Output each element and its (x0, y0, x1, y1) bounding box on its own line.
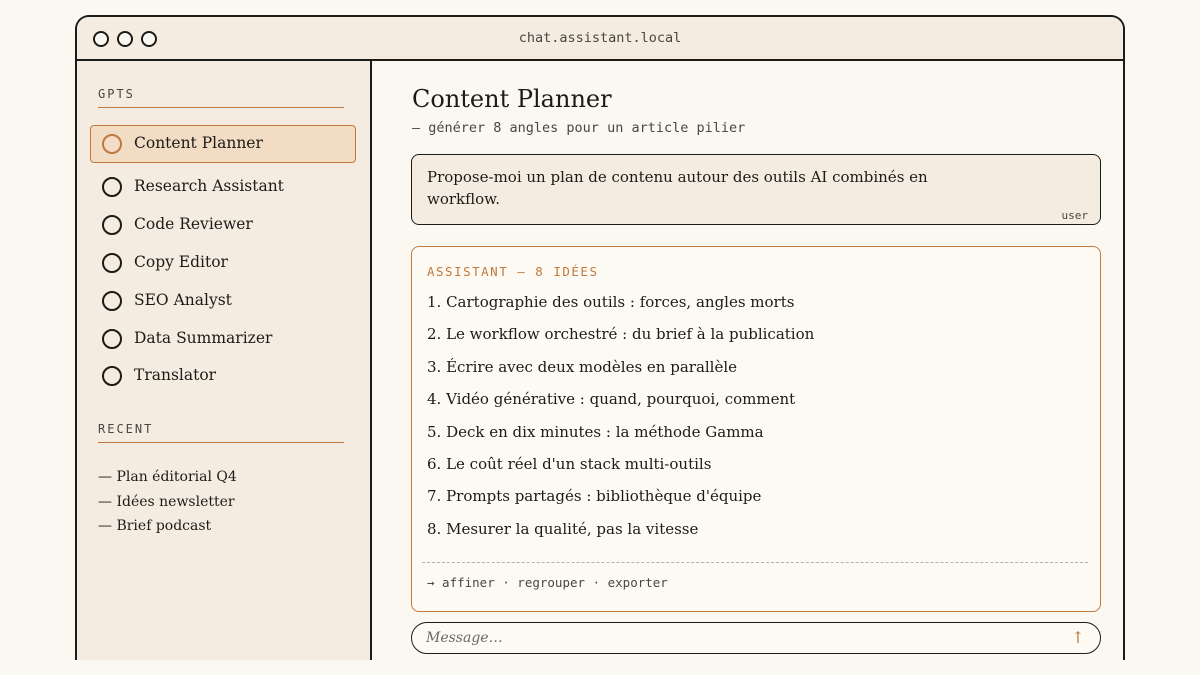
idea-item: 4. Vidéo générative : quand, pourquoi, c… (427, 390, 796, 408)
title-bar: chat.assistant.local (77, 17, 1123, 61)
gpt-item-label: Content Planner (134, 134, 263, 152)
chat-panel: Content Planner — générer 8 angles pour … (374, 61, 1123, 660)
idea-item: 1. Cartographie des outils : forces, ang… (427, 293, 795, 311)
gpts-heading: GPTS (98, 87, 344, 108)
gpt-circle-icon (102, 253, 122, 273)
page-title: Content Planner (412, 85, 612, 113)
gpt-item-copy-editor[interactable]: Copy Editor (90, 244, 356, 282)
gpt-item-translator[interactable]: Translator (90, 357, 356, 395)
dashed-divider (422, 562, 1088, 563)
gpt-item-research-assistant[interactable]: Research Assistant (90, 168, 356, 206)
page-subtitle: — générer 8 angles pour un article pilie… (412, 120, 746, 136)
idea-item: 2. Le workflow orchestré : du brief à la… (427, 325, 815, 343)
recent-item-brief-podcast[interactable]: — Brief podcast (98, 518, 211, 534)
idea-item: 3. Écrire avec deux modèles en parallèle (427, 358, 738, 376)
recent-heading: RECENT (98, 422, 344, 443)
recent-item-idees-newsletter[interactable]: — Idées newsletter (98, 494, 235, 510)
browser-window: chat.assistant.local GPTS Content Planne… (75, 15, 1125, 660)
gpt-item-code-reviewer[interactable]: Code Reviewer (90, 206, 356, 244)
idea-item: 7. Prompts partagés : bibliothèque d'équ… (427, 487, 762, 505)
idea-item: 8. Mesurer la qualité, pas la vitesse (427, 520, 699, 538)
gpt-circle-icon (102, 134, 122, 154)
message-composer[interactable]: ↑ (411, 622, 1101, 654)
user-role-tag: user (1061, 209, 1089, 222)
gpt-item-label: Copy Editor (134, 253, 228, 271)
gpt-item-seo-analyst[interactable]: SEO Analyst (90, 282, 356, 320)
gpt-circle-icon (102, 291, 122, 311)
gpt-circle-icon (102, 215, 122, 235)
gpt-circle-icon (102, 177, 122, 197)
user-message: Propose-moi un plan de contenu autour de… (411, 154, 1101, 225)
assistant-message: ASSISTANT — 8 IDÉES 1. Cartographie des … (411, 246, 1101, 612)
recent-item-plan-editorial[interactable]: — Plan éditorial Q4 (98, 469, 237, 485)
gpt-item-content-planner[interactable]: Content Planner (90, 125, 356, 163)
gpt-item-label: Code Reviewer (134, 215, 253, 233)
assistant-actions[interactable]: → affiner · regrouper · exporter (427, 575, 668, 590)
idea-item: 5. Deck en dix minutes : la méthode Gamm… (427, 423, 764, 441)
address-bar-url[interactable]: chat.assistant.local (77, 30, 1123, 46)
gpt-item-label: SEO Analyst (134, 291, 232, 309)
gpt-item-label: Translator (134, 366, 217, 384)
user-message-text: Propose-moi un plan de contenu autour de… (427, 168, 928, 208)
gpt-circle-icon (102, 329, 122, 349)
idea-item: 6. Le coût réel d'un stack multi-outils (427, 455, 712, 473)
assistant-heading: ASSISTANT — 8 IDÉES (427, 264, 599, 279)
gpt-item-label: Data Summarizer (134, 329, 273, 347)
gpt-item-label: Research Assistant (134, 177, 284, 195)
gpt-item-data-summarizer[interactable]: Data Summarizer (90, 320, 356, 358)
gpt-circle-icon (102, 366, 122, 386)
sidebar: GPTS Content Planner Research Assistant … (77, 61, 372, 660)
message-input[interactable] (426, 628, 1026, 648)
arrow-up-icon[interactable]: ↑ (1068, 627, 1088, 649)
